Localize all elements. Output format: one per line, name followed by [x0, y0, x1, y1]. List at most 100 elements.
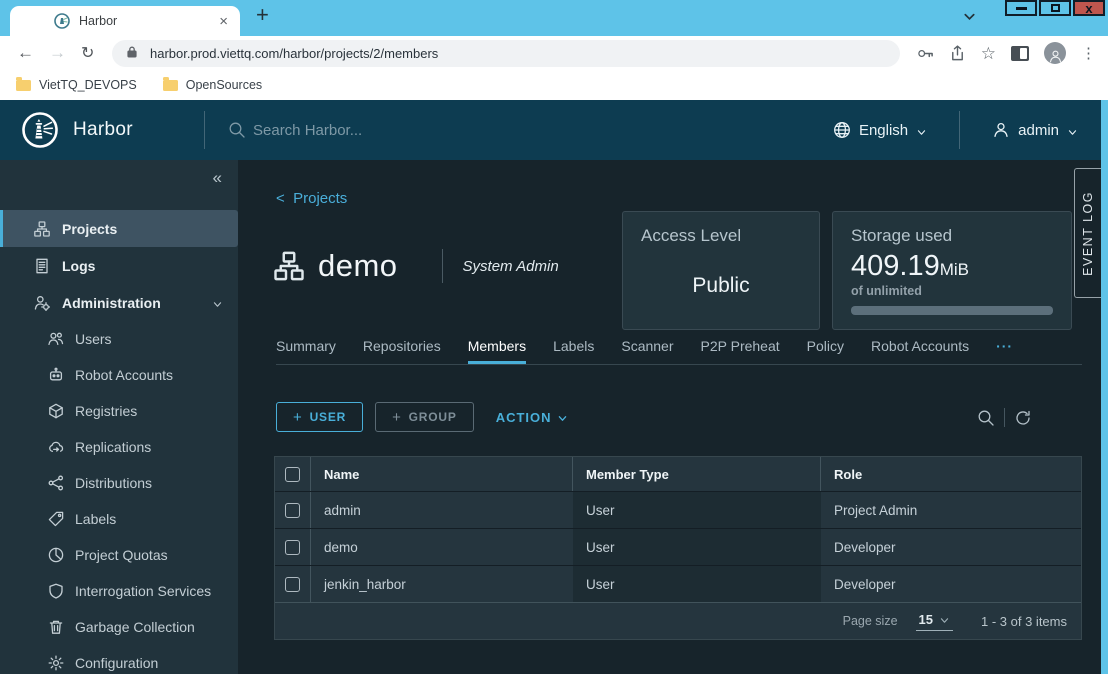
page-size-select[interactable]: 15: [916, 612, 953, 631]
table-header: Name Member Type Role: [275, 457, 1081, 491]
sidebar-item-robot-accounts[interactable]: Robot Accounts: [0, 357, 238, 393]
tab-policy[interactable]: Policy: [807, 338, 844, 364]
bookmark-folder[interactable]: VietTQ_DEVOPS: [16, 78, 137, 92]
add-user-label: USER: [310, 410, 347, 424]
tab-members[interactable]: Members: [468, 338, 526, 364]
table-footer: Page size 15 1 - 3 of 3 items: [275, 602, 1081, 639]
sidebar-item-project-quotas[interactable]: Project Quotas: [0, 537, 238, 573]
card-title: Access Level: [641, 226, 801, 246]
sidebar-item-label: Configuration: [75, 655, 158, 671]
browser-menu-icon[interactable]: ⋮: [1081, 44, 1096, 62]
row-checkbox[interactable]: [285, 540, 300, 555]
sidebar-item-configuration[interactable]: Configuration: [0, 645, 238, 674]
action-label: ACTION: [496, 410, 552, 425]
share-icon[interactable]: [949, 45, 966, 62]
maximize-button[interactable]: [1039, 0, 1071, 16]
sidebar-item-labels[interactable]: Labels: [0, 501, 238, 537]
plus-icon: +: [392, 409, 402, 426]
tab-title: Harbor: [79, 14, 219, 28]
back-to-projects-link[interactable]: < Projects: [276, 190, 347, 207]
tab-search-chevron-icon[interactable]: [962, 9, 977, 29]
column-member-type[interactable]: Member Type: [573, 457, 821, 491]
shield-icon: [48, 583, 64, 599]
language-menu[interactable]: English: [833, 121, 927, 139]
table-row[interactable]: demo User Developer: [275, 528, 1081, 565]
sidebar-item-label: Project Quotas: [75, 547, 168, 563]
add-group-button[interactable]: + GROUP: [375, 402, 474, 432]
sidebar-item-replications[interactable]: Replications: [0, 429, 238, 465]
tools-divider: [1004, 408, 1005, 427]
bookmark-folder[interactable]: OpenSources: [163, 78, 262, 92]
main-content: < Projects demo System Admin Access Leve…: [238, 160, 1108, 674]
add-user-button[interactable]: + USER: [276, 402, 363, 432]
tab-robot-accounts[interactable]: Robot Accounts: [871, 338, 969, 364]
tab-p2p-preheat[interactable]: P2P Preheat: [701, 338, 780, 364]
table-row[interactable]: jenkin_harbor User Developer: [275, 565, 1081, 602]
sidebar-item-projects[interactable]: Projects: [0, 210, 238, 247]
storage-subtitle: of unlimited: [851, 284, 1053, 298]
tab-labels[interactable]: Labels: [553, 338, 594, 364]
url-text[interactable]: harbor.prod.viettq.com/harbor/projects/2…: [150, 46, 438, 61]
new-tab-button[interactable]: +: [256, 2, 269, 28]
tab-close-icon[interactable]: ×: [219, 14, 228, 29]
password-key-icon[interactable]: [917, 45, 934, 62]
tab-overflow[interactable]: ···: [996, 338, 1013, 364]
tab-summary[interactable]: Summary: [276, 338, 336, 364]
sidebar-item-registries[interactable]: Registries: [0, 393, 238, 429]
projects-icon: [34, 221, 50, 237]
header-divider: [204, 111, 205, 149]
user-menu[interactable]: admin: [992, 121, 1078, 139]
harbor-brand[interactable]: Harbor: [73, 119, 133, 141]
bookmark-star-icon[interactable]: ☆: [981, 45, 996, 62]
logs-icon: [34, 258, 50, 274]
global-search[interactable]: Search Harbor...: [228, 100, 362, 160]
row-checkbox[interactable]: [285, 577, 300, 592]
column-name[interactable]: Name: [311, 457, 573, 491]
sidebar-item-interrogation-services[interactable]: Interrogation Services: [0, 573, 238, 609]
event-log-tab[interactable]: EVENT LOG: [1074, 168, 1101, 298]
storage-unit: MiB: [940, 260, 969, 279]
sidebar-item-label: Garbage Collection: [75, 619, 195, 635]
row-checkbox[interactable]: [285, 503, 300, 518]
cell-member-type: User: [573, 566, 821, 602]
column-role[interactable]: Role: [821, 457, 1081, 491]
pie-icon: [48, 547, 64, 563]
search-placeholder: Search Harbor...: [253, 122, 362, 139]
bookmark-label: VietTQ_DEVOPS: [39, 78, 137, 92]
screen: Harbor × + x ← → ↻ harbor.prod.viettq.co…: [0, 0, 1108, 674]
cell-member-type: User: [573, 492, 821, 528]
minimize-button[interactable]: [1005, 0, 1037, 16]
maximize-icon: [1051, 4, 1060, 12]
robot-icon: [48, 367, 64, 383]
sidebar-item-logs[interactable]: Logs: [0, 247, 238, 284]
add-group-label: GROUP: [409, 410, 457, 424]
sidebar-item-distributions[interactable]: Distributions: [0, 465, 238, 501]
table-row[interactable]: admin User Project Admin: [275, 491, 1081, 528]
close-button[interactable]: x: [1073, 0, 1105, 16]
sidebar-collapse-icon[interactable]: «: [213, 168, 222, 188]
sidebar-item-users[interactable]: Users: [0, 321, 238, 357]
project-tabs: Summary Repositories Members Labels Scan…: [276, 338, 1082, 365]
search-icon[interactable]: [977, 409, 995, 427]
select-all-checkbox[interactable]: [285, 467, 300, 482]
tab-scanner[interactable]: Scanner: [621, 338, 673, 364]
sidebar-item-administration[interactable]: Administration: [0, 284, 238, 321]
action-dropdown-button[interactable]: ACTION: [496, 410, 568, 425]
items-range: 1 - 3 of 3 items: [981, 614, 1067, 629]
harbor-logo-icon[interactable]: [20, 110, 60, 150]
search-icon: [228, 121, 246, 139]
profile-avatar[interactable]: [1044, 42, 1066, 64]
reload-button[interactable]: ↻: [81, 43, 94, 63]
sidebar-item-garbage-collection[interactable]: Garbage Collection: [0, 609, 238, 645]
header-right: English admin: [833, 100, 1078, 160]
refresh-icon[interactable]: [1014, 409, 1032, 427]
address-bar[interactable]: harbor.prod.viettq.com/harbor/projects/2…: [112, 40, 900, 67]
select-all-cell: [275, 457, 311, 491]
back-button[interactable]: ←: [17, 43, 34, 63]
cell-role: Developer: [821, 566, 1081, 602]
chevron-down-icon: [1067, 125, 1078, 136]
tab-repositories[interactable]: Repositories: [363, 338, 441, 364]
browser-tab[interactable]: Harbor ×: [10, 6, 240, 36]
side-panel-icon[interactable]: [1011, 46, 1029, 61]
page-size-value: 15: [919, 612, 933, 627]
